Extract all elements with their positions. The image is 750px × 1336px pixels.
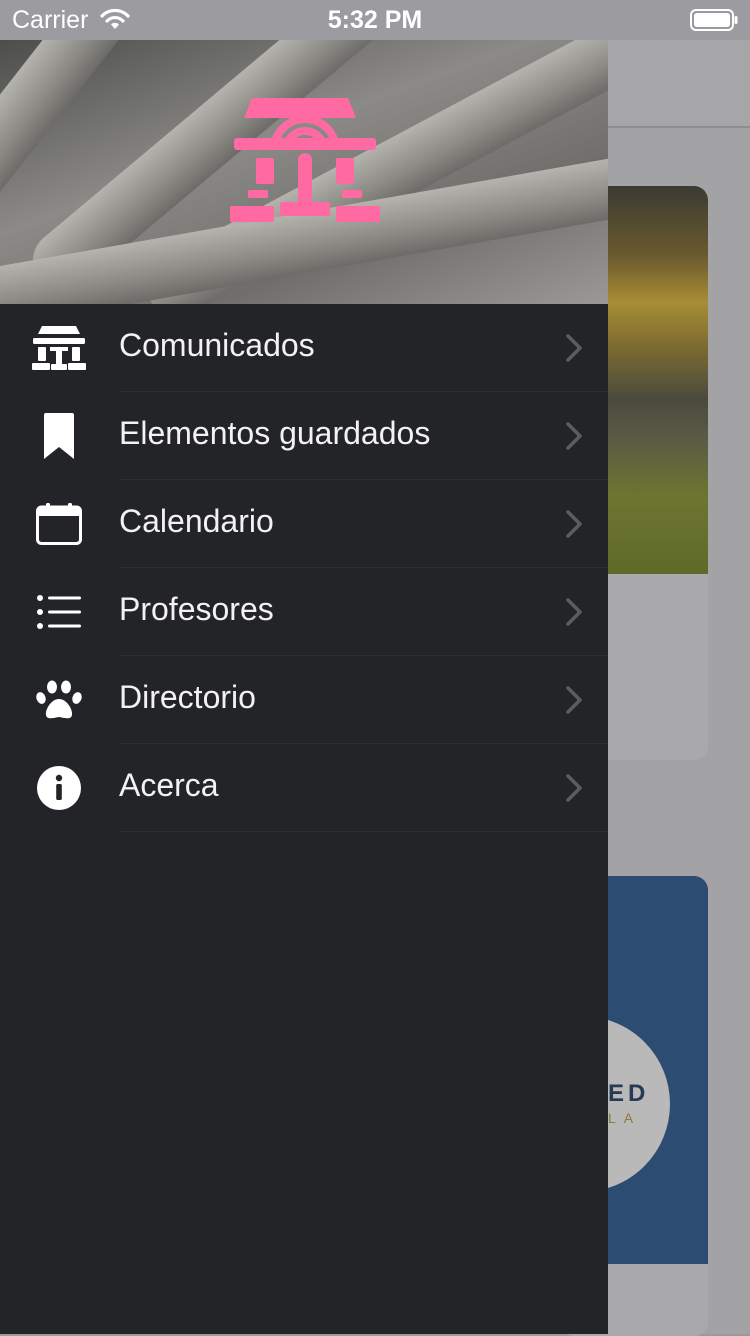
status-time: 5:32 PM: [327, 6, 423, 34]
menu-item-acerca[interactable]: Acerca: [0, 744, 608, 832]
drawer-menu: Comunicados Elementos guardados Calendar…: [0, 304, 608, 832]
temple-icon: [32, 324, 86, 372]
battery-icon: [690, 9, 738, 31]
menu-item-label: Profesores: [119, 591, 274, 627]
calendar-icon: [32, 500, 86, 548]
menu-item-comunicados[interactable]: Comunicados: [0, 304, 608, 392]
menu-item-directorio[interactable]: Directorio: [0, 656, 608, 744]
menu-item-label: Calendario: [119, 503, 274, 539]
drawer-header: [0, 40, 608, 304]
menu-divider: [119, 831, 608, 832]
chevron-right-icon: [566, 598, 582, 631]
app-logo: [230, 98, 380, 233]
bookmark-icon: [32, 412, 86, 460]
partner-logo-subtext: LA: [608, 1110, 642, 1126]
chevron-right-icon: [566, 686, 582, 719]
menu-item-calendario[interactable]: Calendario: [0, 480, 608, 568]
menu-item-label: Comunicados: [119, 327, 315, 363]
menu-item-profesores[interactable]: Profesores: [0, 568, 608, 656]
status-bar: Carrier 5:32 PM: [0, 0, 750, 40]
paw-icon: [32, 676, 86, 724]
menu-item-label: Acerca: [119, 767, 219, 803]
chevron-right-icon: [566, 422, 582, 455]
menu-item-elementos-guardados[interactable]: Elementos guardados: [0, 392, 608, 480]
side-drawer: Comunicados Elementos guardados Calendar…: [0, 40, 608, 1334]
partner-logo-text: ED: [608, 1080, 650, 1107]
list-icon: [32, 588, 86, 636]
menu-item-label: Elementos guardados: [119, 415, 431, 451]
chevron-right-icon: [566, 510, 582, 543]
menu-item-label: Directorio: [119, 679, 256, 715]
info-icon: [32, 764, 86, 812]
chevron-right-icon: [566, 334, 582, 367]
chevron-right-icon: [566, 774, 582, 807]
